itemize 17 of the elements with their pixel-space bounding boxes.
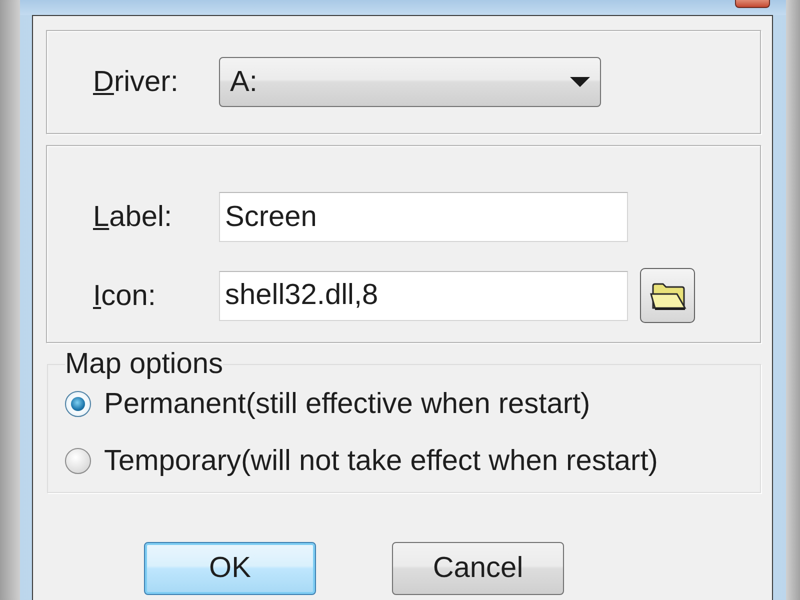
text-field[interactable]: Screen	[219, 192, 628, 242]
dialog-button[interactable]: OK	[144, 542, 316, 595]
dialog-button[interactable]: Cancel	[392, 542, 564, 595]
driver-dropdown[interactable]: A:	[219, 57, 601, 107]
field-label: Driver:	[93, 65, 180, 99]
field-label: Icon:	[93, 278, 157, 312]
folder-icon	[648, 280, 686, 310]
radio-label: Temporary(will not take effect when restart)	[104, 444, 658, 478]
text-field[interactable]: shell32.dll,8	[219, 270, 628, 320]
caret-icon	[570, 77, 590, 87]
radio-label: Permanent(still effective when restart)	[104, 388, 590, 420]
radio-button[interactable]	[65, 391, 91, 417]
radio-button[interactable]	[65, 448, 91, 474]
close-button[interactable]	[735, 0, 770, 8]
field-label: Label:	[93, 200, 174, 234]
group-title: Map options	[65, 350, 223, 378]
browse-button[interactable]	[640, 268, 695, 323]
